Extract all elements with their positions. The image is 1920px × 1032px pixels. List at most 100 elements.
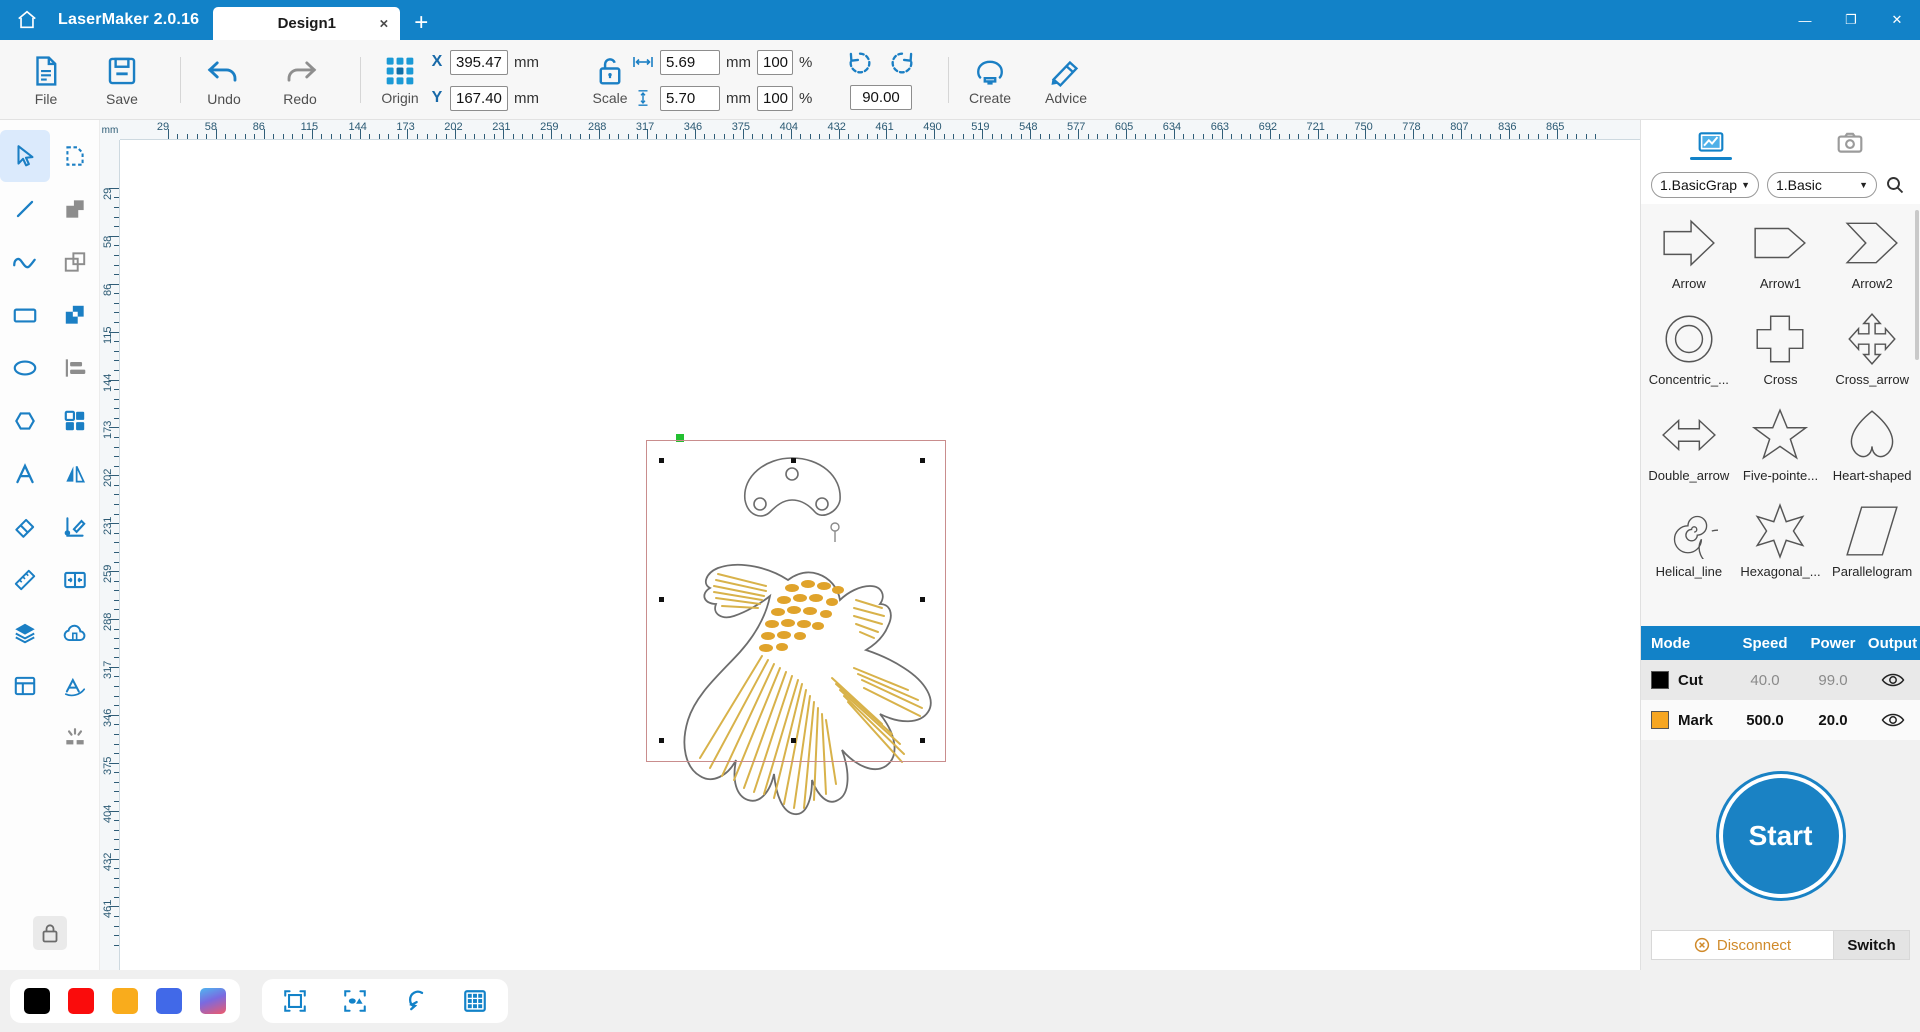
speed-value[interactable]: 40.0 bbox=[1729, 672, 1801, 689]
shape-item-arrow[interactable]: Arrow bbox=[1643, 210, 1735, 306]
subtract-tool[interactable] bbox=[50, 236, 100, 288]
power-value[interactable]: 20.0 bbox=[1801, 712, 1865, 729]
create-label: Create bbox=[968, 89, 1012, 106]
file-button[interactable]: File bbox=[8, 42, 84, 118]
line-tool[interactable] bbox=[0, 183, 50, 235]
speed-value[interactable]: 500.0 bbox=[1729, 712, 1801, 729]
lock-button[interactable] bbox=[32, 916, 67, 950]
fit-to-frame-button[interactable] bbox=[280, 986, 310, 1016]
subcategory-select[interactable]: 1.Basic ▼ bbox=[1767, 172, 1877, 198]
rectangle-tool[interactable] bbox=[0, 289, 50, 341]
power-value[interactable]: 99.0 bbox=[1801, 672, 1865, 689]
height-percent-input[interactable]: 100 bbox=[757, 85, 793, 111]
maximize-icon[interactable]: ❐ bbox=[1828, 0, 1874, 40]
shape-scrollbar[interactable] bbox=[1915, 210, 1919, 360]
home-button[interactable] bbox=[0, 0, 54, 40]
close-icon[interactable]: × bbox=[380, 16, 389, 31]
undo-button[interactable]: Undo bbox=[186, 42, 262, 118]
graphics-library-tab[interactable] bbox=[1641, 120, 1781, 166]
output-toggle[interactable] bbox=[1865, 672, 1920, 688]
shape-item-hexagonal[interactable]: Hexagonal_... bbox=[1735, 498, 1827, 594]
width-input[interactable]: 5.69 bbox=[660, 49, 720, 75]
shape-item-cross-arrow[interactable]: Cross_arrow bbox=[1826, 306, 1918, 402]
design-canvas[interactable] bbox=[120, 140, 1640, 970]
mirror-tool[interactable] bbox=[50, 448, 100, 500]
measure-angle-tool[interactable] bbox=[50, 501, 100, 553]
start-button[interactable]: Start bbox=[1722, 778, 1839, 894]
layer-color-swatch[interactable] bbox=[1651, 711, 1669, 729]
redo-button[interactable]: Redo bbox=[262, 42, 338, 118]
disconnect-button[interactable]: Disconnect bbox=[1651, 930, 1834, 960]
shape-item-five-pointe[interactable]: Five-pointe... bbox=[1735, 402, 1827, 498]
cloud-tool[interactable] bbox=[50, 607, 100, 659]
rotate-buttons-row bbox=[846, 48, 916, 78]
output-toggle[interactable] bbox=[1865, 712, 1920, 728]
shape-item-heart-shaped[interactable]: Heart-shaped bbox=[1826, 402, 1918, 498]
disconnect-label: Disconnect bbox=[1716, 936, 1792, 954]
intersect-tool[interactable] bbox=[50, 289, 100, 341]
black-color[interactable] bbox=[24, 988, 50, 1014]
lock-icon bbox=[42, 924, 57, 943]
main-area: mm 29 58 86 115 144 173 202 231 259 288 317 346 375 4… bbox=[0, 120, 1920, 970]
minimize-icon[interactable]: — bbox=[1782, 0, 1828, 40]
window-close-icon[interactable]: ✕ bbox=[1874, 0, 1920, 40]
ruler-tool[interactable] bbox=[0, 554, 50, 606]
shape-item-helical-line[interactable]: Helical_line bbox=[1643, 498, 1735, 594]
curve-tool[interactable] bbox=[0, 236, 50, 288]
array-tool[interactable] bbox=[50, 395, 100, 447]
union-tool[interactable] bbox=[50, 183, 100, 235]
rotate-left-icon[interactable] bbox=[846, 49, 874, 77]
shape-item-arrow2[interactable]: Arrow2 bbox=[1826, 210, 1918, 306]
layers-tool[interactable] bbox=[0, 607, 50, 659]
select-objects-icon bbox=[344, 990, 366, 1012]
align-tool[interactable] bbox=[50, 342, 100, 394]
shape-library-grid[interactable]: Arrow Arrow1 Arrow2 Concentric_... Cross Cros… bbox=[1641, 204, 1920, 626]
shape-item-parallelogram[interactable]: Parallelogram bbox=[1826, 498, 1918, 594]
select-objects-button[interactable] bbox=[340, 986, 370, 1016]
shape-item-arrow1[interactable]: Arrow1 bbox=[1735, 210, 1827, 306]
x-input[interactable]: 395.47 bbox=[450, 49, 508, 75]
height-input[interactable]: 5.70 bbox=[660, 85, 720, 111]
magnet-snap-button[interactable] bbox=[400, 986, 430, 1016]
eraser-tool[interactable] bbox=[0, 501, 50, 553]
ellipse-tool[interactable] bbox=[0, 342, 50, 394]
category-select[interactable]: 1.BasicGrap ▼ bbox=[1651, 172, 1759, 198]
grid-toggle-button[interactable] bbox=[460, 986, 490, 1016]
engrave-tool[interactable] bbox=[50, 713, 100, 765]
text-tool[interactable] bbox=[0, 448, 50, 500]
orange-color[interactable] bbox=[112, 988, 138, 1014]
start-area: Start bbox=[1641, 740, 1920, 928]
tab-design1[interactable]: Design1 × bbox=[213, 7, 401, 40]
node-edit-tool[interactable] bbox=[50, 130, 100, 182]
rotate-right-icon[interactable] bbox=[888, 49, 916, 77]
horizontal-ruler[interactable]: 29 58 86 115 144 173 202 231 259 288 317 346 375 404 4… bbox=[120, 120, 1640, 140]
text-path-tool[interactable] bbox=[50, 660, 100, 712]
selection-box[interactable] bbox=[646, 440, 946, 762]
layer-color-swatch[interactable] bbox=[1651, 671, 1669, 689]
select-tool[interactable] bbox=[0, 130, 50, 182]
search-icon[interactable] bbox=[1885, 175, 1905, 195]
origin-button[interactable]: Origin bbox=[362, 42, 438, 118]
table-row[interactable]: Mark 500.0 20.0 bbox=[1641, 700, 1920, 740]
switch-button[interactable]: Switch bbox=[1834, 930, 1910, 960]
vertical-ruler[interactable]: 29 58 86 115 144 173 202 231 259 288 317 346 375 404 4… bbox=[100, 140, 120, 970]
polygon-tool[interactable] bbox=[0, 395, 50, 447]
offset-tool[interactable] bbox=[50, 554, 100, 606]
shape-item-concentric[interactable]: Concentric_... bbox=[1643, 306, 1735, 402]
shape-item-double-arrow[interactable]: Double_arrow bbox=[1643, 402, 1735, 498]
ruler-tick-label: 346 bbox=[683, 121, 703, 133]
width-percent-input[interactable]: 100 bbox=[757, 49, 793, 75]
blue-color[interactable] bbox=[156, 988, 182, 1014]
gradient-color[interactable] bbox=[200, 988, 226, 1014]
rotation-input[interactable]: 90.00 bbox=[850, 84, 912, 110]
new-tab-button[interactable]: + bbox=[400, 11, 442, 40]
red-color[interactable] bbox=[68, 988, 94, 1014]
layout-tool[interactable] bbox=[0, 660, 50, 712]
save-button[interactable]: Save bbox=[84, 42, 160, 118]
advice-button[interactable]: Advice bbox=[1028, 42, 1104, 118]
create-button[interactable]: Create bbox=[952, 42, 1028, 118]
shape-item-cross[interactable]: Cross bbox=[1735, 306, 1827, 402]
camera-tab[interactable] bbox=[1781, 120, 1920, 166]
y-input[interactable]: 167.40 bbox=[450, 85, 508, 111]
table-row[interactable]: Cut 40.0 99.0 bbox=[1641, 660, 1920, 700]
